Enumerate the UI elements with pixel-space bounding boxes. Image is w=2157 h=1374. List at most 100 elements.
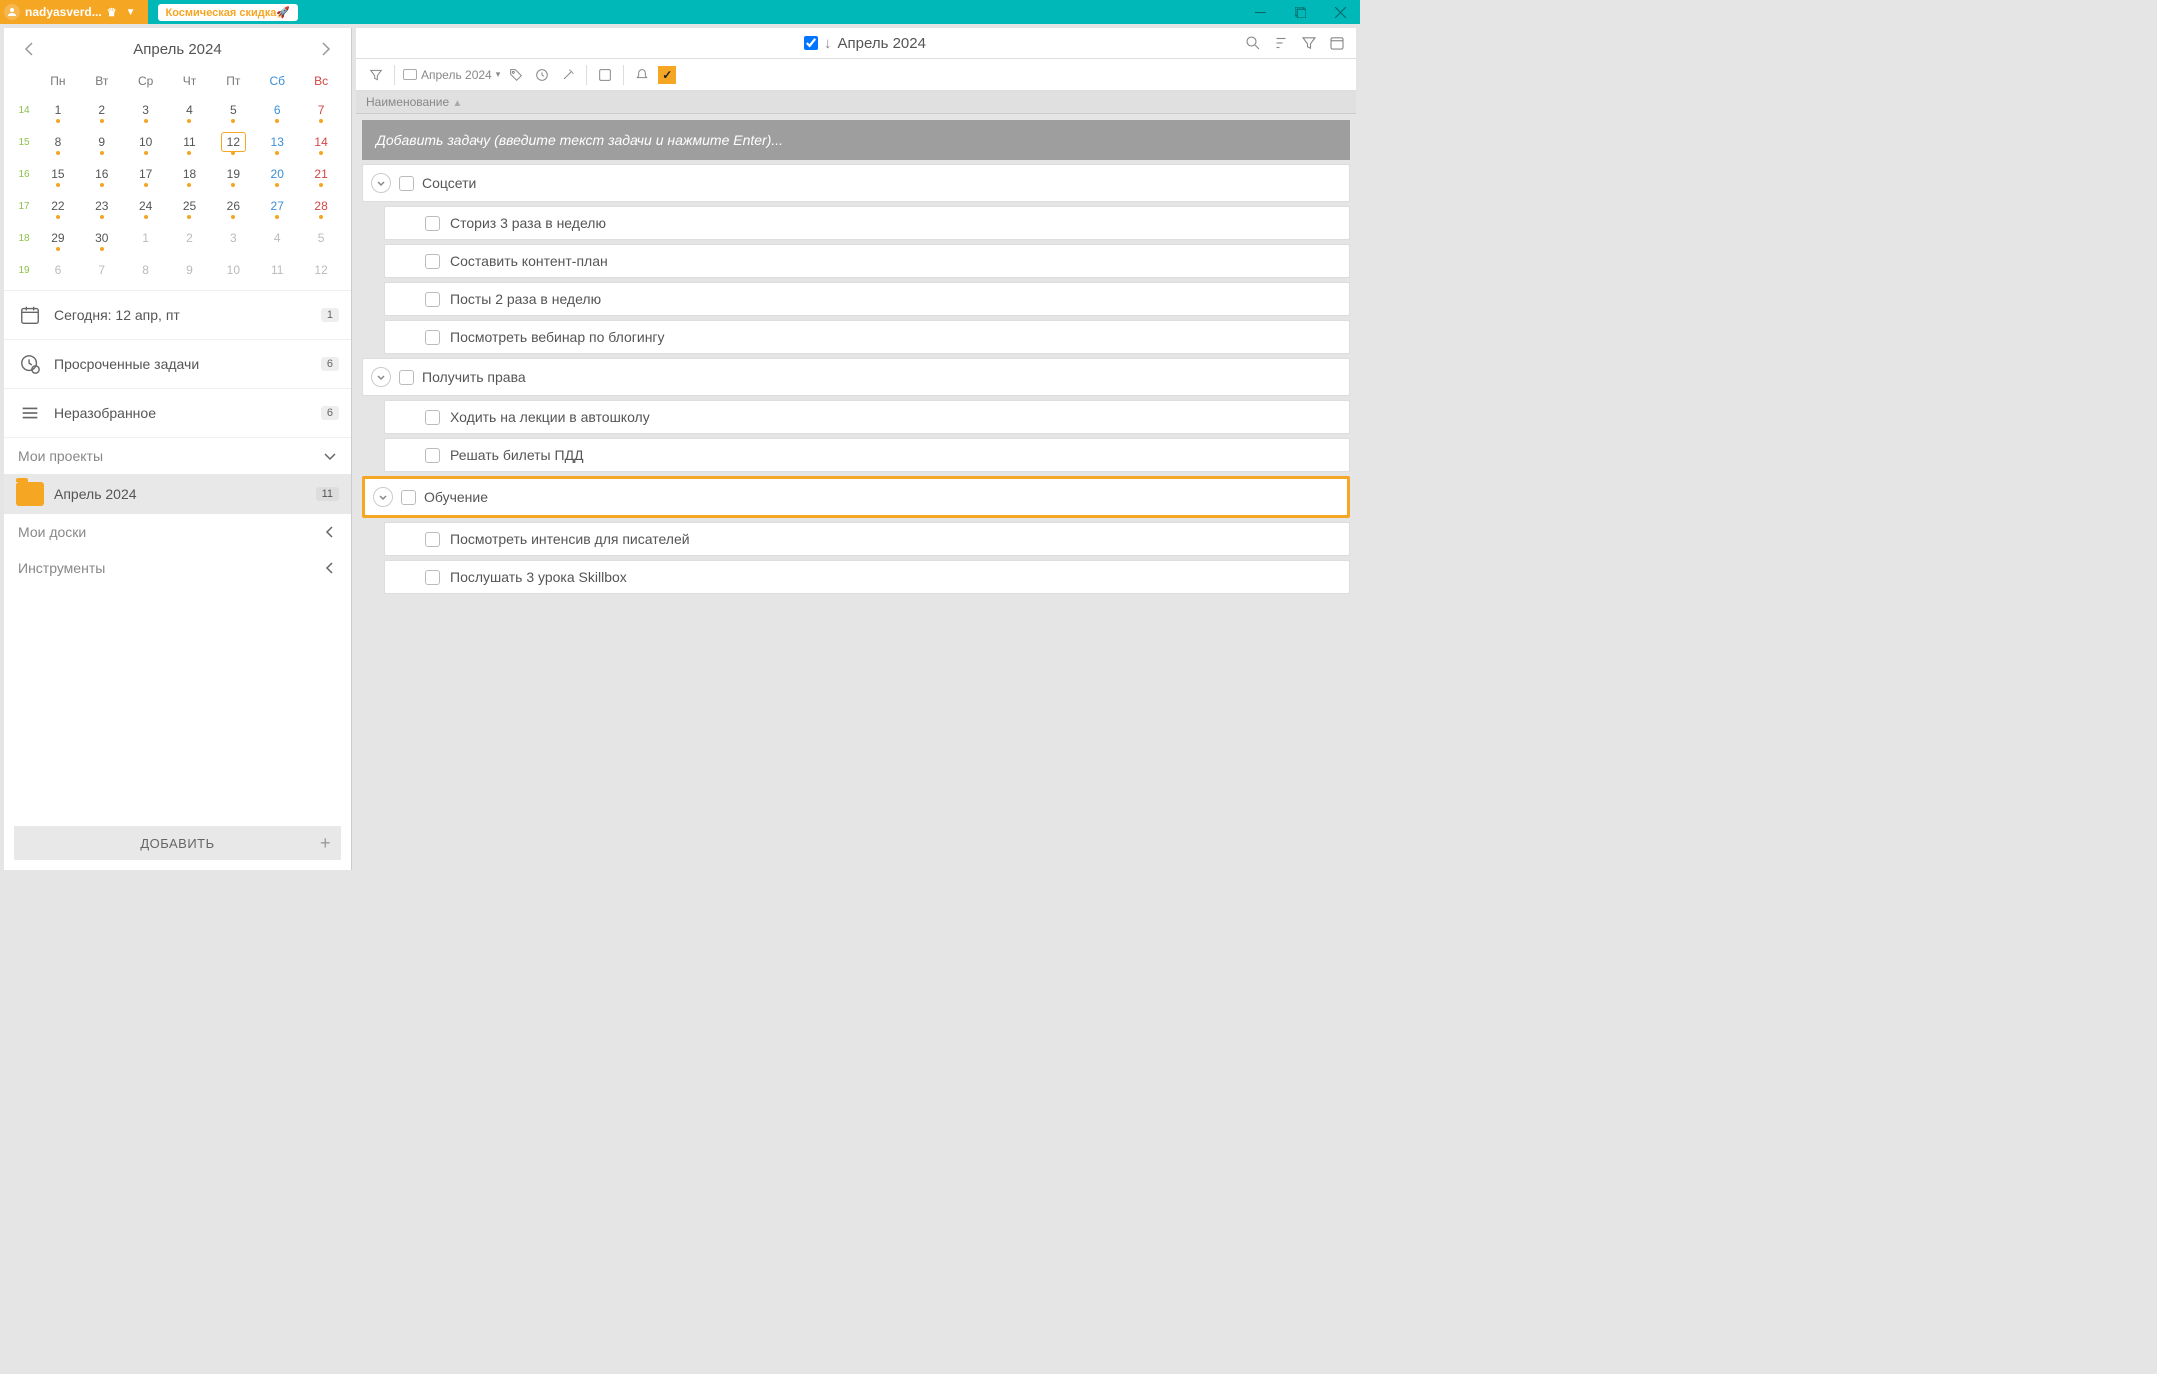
calendar-day[interactable]: 27 (255, 190, 299, 222)
calendar-next[interactable] (317, 38, 335, 60)
calendar-day[interactable]: 12 (211, 126, 255, 158)
calendar-day[interactable]: 22 (36, 190, 80, 222)
calendar-day[interactable]: 7 (299, 94, 343, 126)
task-checkbox[interactable] (425, 254, 440, 269)
task-row[interactable]: Сториз 3 раза в неделю (384, 206, 1350, 240)
sidebar-projects-header[interactable]: Мои проекты (4, 438, 351, 474)
checkbox-empty-icon[interactable] (595, 65, 615, 85)
task-row[interactable]: Посты 2 раза в неделю (384, 282, 1350, 316)
task-group[interactable]: Соцсети (362, 164, 1350, 202)
task-checkbox[interactable] (425, 410, 440, 425)
column-header[interactable]: Наименование ▲ (356, 91, 1356, 114)
clock-icon[interactable] (532, 65, 552, 85)
calendar-day[interactable]: 5 (299, 222, 343, 254)
add-button[interactable]: ДОБАВИТЬ + (14, 826, 341, 860)
sidebar-boards-header[interactable]: Мои доски (4, 514, 351, 550)
calendar-day[interactable]: 23 (80, 190, 124, 222)
calendar-day[interactable]: 2 (168, 222, 212, 254)
task-row[interactable]: Ходить на лекции в автошколу (384, 400, 1350, 434)
sidebar-project-label: Апрель 2024 (54, 486, 137, 502)
sidebar-inbox[interactable]: Неразобранное 6 (4, 389, 351, 438)
group-checkbox[interactable] (401, 490, 416, 505)
calendar-prev[interactable] (20, 38, 38, 60)
tag-icon[interactable] (506, 65, 526, 85)
calendar-day[interactable]: 25 (168, 190, 212, 222)
sort-icon[interactable] (1272, 34, 1290, 52)
sidebar-project-item[interactable]: Апрель 2024 11 (4, 474, 351, 514)
search-icon[interactable] (1244, 34, 1262, 52)
calendar-day[interactable]: 5 (211, 94, 255, 126)
calendar-day[interactable]: 11 (255, 254, 299, 286)
calendar-day[interactable]: 13 (255, 126, 299, 158)
wand-icon[interactable] (558, 65, 578, 85)
sidebar-overdue[interactable]: Просроченные задачи 6 (4, 340, 351, 389)
calendar-day[interactable]: 21 (299, 158, 343, 190)
add-task-input[interactable]: Добавить задачу (введите текст задачи и … (362, 120, 1350, 160)
calendar-day[interactable]: 8 (36, 126, 80, 158)
task-group[interactable]: Обучение (362, 476, 1350, 518)
minimize-button[interactable] (1240, 0, 1280, 24)
task-row[interactable]: Посмотреть вебинар по блогингу (384, 320, 1350, 354)
close-button[interactable] (1320, 0, 1360, 24)
calendar-day[interactable]: 15 (36, 158, 80, 190)
calendar-day[interactable]: 17 (124, 158, 168, 190)
calendar-day[interactable]: 12 (299, 254, 343, 286)
group-checkbox[interactable] (399, 176, 414, 191)
group-toggle-icon[interactable] (371, 173, 391, 193)
calendar-day[interactable]: 6 (255, 94, 299, 126)
avatar-icon (4, 4, 20, 20)
toolbar-project-chip[interactable]: Апрель 2024 ▾ (403, 68, 500, 82)
calendar-day[interactable]: 18 (168, 158, 212, 190)
calendar-day[interactable]: 16 (80, 158, 124, 190)
calendar-icon[interactable] (1328, 34, 1346, 52)
calendar-day[interactable]: 9 (80, 126, 124, 158)
group-toggle-icon[interactable] (373, 487, 393, 507)
calendar-day[interactable]: 9 (168, 254, 212, 286)
checkbox-checked-icon[interactable]: ✓ (658, 66, 676, 84)
calendar-day[interactable]: 4 (255, 222, 299, 254)
sidebar-tools-header[interactable]: Инструменты (4, 550, 351, 586)
calendar-day[interactable]: 2 (80, 94, 124, 126)
filter-icon[interactable] (1300, 34, 1318, 52)
calendar-day[interactable]: 29 (36, 222, 80, 254)
filter-icon[interactable] (366, 65, 386, 85)
task-checkbox[interactable] (425, 330, 440, 345)
calendar-day[interactable]: 6 (36, 254, 80, 286)
task-checkbox[interactable] (425, 570, 440, 585)
group-checkbox[interactable] (399, 370, 414, 385)
calendar-day[interactable]: 14 (299, 126, 343, 158)
task-checkbox[interactable] (425, 448, 440, 463)
task-row[interactable]: Решать билеты ПДД (384, 438, 1350, 472)
calendar-day[interactable]: 11 (168, 126, 212, 158)
main-title-checkbox[interactable] (804, 36, 818, 50)
promo-badge[interactable]: Космическая скидка🚀 (158, 4, 299, 21)
calendar-day[interactable]: 10 (124, 126, 168, 158)
task-row[interactable]: Составить контент-план (384, 244, 1350, 278)
sidebar-today[interactable]: Сегодня: 12 апр, пт 1 (4, 291, 351, 340)
calendar-day[interactable]: 1 (36, 94, 80, 126)
bell-icon[interactable] (632, 65, 652, 85)
calendar-day[interactable]: 20 (255, 158, 299, 190)
calendar-day[interactable]: 19 (211, 158, 255, 190)
calendar-day[interactable]: 28 (299, 190, 343, 222)
task-group[interactable]: Получить права (362, 358, 1350, 396)
calendar-day[interactable]: 3 (124, 94, 168, 126)
task-row[interactable]: Посмотреть интенсив для писателей (384, 522, 1350, 556)
calendar-day[interactable]: 1 (124, 222, 168, 254)
task-checkbox[interactable] (425, 292, 440, 307)
calendar-day[interactable]: 7 (80, 254, 124, 286)
task-checkbox[interactable] (425, 532, 440, 547)
calendar-day[interactable]: 4 (168, 94, 212, 126)
group-toggle-icon[interactable] (371, 367, 391, 387)
user-chip[interactable]: nadyasverd... ♛ ▼ (0, 0, 148, 24)
calendar-day[interactable]: 26 (211, 190, 255, 222)
calendar-day[interactable]: 30 (80, 222, 124, 254)
column-header-label: Наименование (366, 95, 449, 109)
calendar-day[interactable]: 8 (124, 254, 168, 286)
maximize-button[interactable] (1280, 0, 1320, 24)
task-checkbox[interactable] (425, 216, 440, 231)
task-row[interactable]: Послушать 3 урока Skillbox (384, 560, 1350, 594)
calendar-day[interactable]: 24 (124, 190, 168, 222)
calendar-day[interactable]: 10 (211, 254, 255, 286)
calendar-day[interactable]: 3 (211, 222, 255, 254)
